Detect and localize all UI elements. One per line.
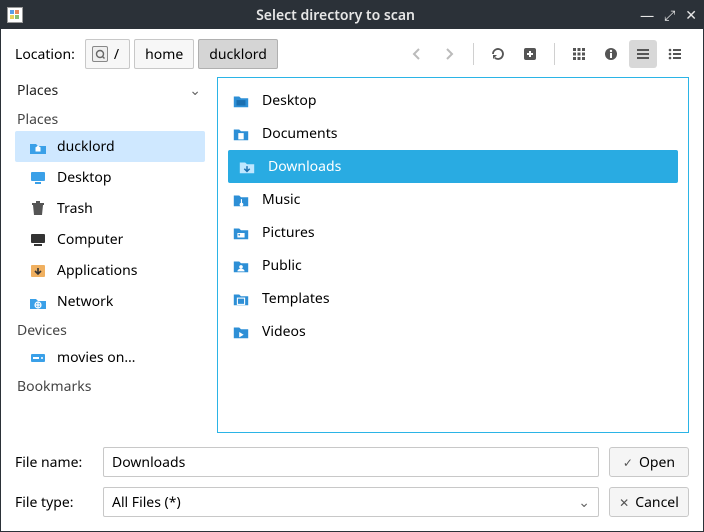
sidebar-item-home[interactable]: ducklord (15, 131, 205, 162)
separator (554, 43, 555, 65)
list-view-button[interactable] (629, 40, 657, 68)
detail-view-button[interactable] (661, 40, 689, 68)
sidebar-item-label: Trash (57, 199, 93, 218)
file-item-label: Desktop (262, 91, 316, 110)
reload-button[interactable] (484, 40, 512, 68)
file-item-label: Public (262, 256, 302, 275)
icon-view-button[interactable] (565, 40, 593, 68)
file-item-videos[interactable]: Videos (218, 315, 688, 348)
sidebar-item-trash[interactable]: Trash (15, 193, 205, 224)
file-item-templates[interactable]: Templates (218, 282, 688, 315)
file-item-downloads[interactable]: Downloads (228, 150, 678, 183)
close-button[interactable]: ✕ (685, 6, 697, 25)
file-item-label: Videos (262, 322, 306, 341)
sidebar-item-network[interactable]: Network (15, 286, 205, 317)
file-item-documents[interactable]: Documents (218, 117, 688, 150)
network-icon (29, 293, 47, 311)
folder-icon (238, 158, 256, 176)
sidebar-item-computer[interactable]: Computer (15, 224, 205, 255)
minimize-button[interactable]: — (640, 6, 654, 25)
sidebar-item-label: ducklord (57, 137, 115, 156)
sidebar-item-device[interactable]: movies on… (15, 342, 205, 373)
sidebar-group-bookmarks: Bookmarks (15, 373, 205, 398)
file-item-desktop[interactable]: Desktop (218, 84, 688, 117)
filename-input[interactable] (103, 447, 599, 477)
open-button[interactable]: ✓ Open (609, 447, 689, 477)
bottom-bar: File name: ✓ Open File type: All Files (*… (1, 441, 703, 531)
trash-icon (29, 200, 47, 218)
filetype-value: All Files (*) (112, 493, 578, 512)
disk-icon (92, 46, 108, 62)
apps-icon (29, 262, 47, 280)
path-root[interactable]: / (85, 39, 130, 69)
path-segment-home[interactable]: home (134, 39, 194, 69)
file-item-label: Pictures (262, 223, 315, 242)
sidebar-item-label: movies on… (57, 348, 135, 367)
check-icon: ✓ (623, 454, 633, 471)
sidebar-item-label: Computer (57, 230, 123, 249)
file-item-pictures[interactable]: Pictures (218, 216, 688, 249)
file-list[interactable]: Desktop Documents Downloads Music Pictur… (217, 77, 689, 433)
forward-button[interactable] (435, 40, 463, 68)
folder-icon (232, 323, 250, 341)
sidebar-item-label: Desktop (57, 168, 111, 187)
folder-icon (232, 257, 250, 275)
location-label: Location: (15, 45, 75, 64)
cancel-button[interactable]: ✕ Cancel (609, 487, 689, 517)
folder-icon (232, 290, 250, 308)
sidebar-header[interactable]: Places ⌄ (15, 77, 205, 106)
sidebar-item-label: Network (57, 292, 113, 311)
back-button[interactable] (403, 40, 431, 68)
chevron-down-icon: ⌄ (578, 493, 590, 512)
sidebar-group-devices: Devices (15, 317, 205, 342)
cancel-button-label: Cancel (635, 493, 679, 512)
dialog-window: Select directory to scan — ⤢ ✕ Location:… (0, 0, 704, 532)
folder-icon (232, 191, 250, 209)
home-folder-icon (29, 138, 47, 156)
open-button-label: Open (639, 453, 675, 472)
file-item-label: Documents (262, 124, 337, 143)
path-root-sep: / (114, 45, 119, 64)
folder-icon (232, 224, 250, 242)
chevron-down-icon: ⌄ (189, 81, 201, 100)
window-title: Select directory to scan (31, 6, 640, 25)
desktop-icon (29, 169, 47, 187)
drive-icon (29, 349, 47, 367)
sidebar-header-label: Places (17, 81, 189, 100)
folder-icon (232, 125, 250, 143)
new-folder-button[interactable] (516, 40, 544, 68)
info-button[interactable] (597, 40, 625, 68)
path-segment-current[interactable]: ducklord (198, 39, 278, 69)
file-item-public[interactable]: Public (218, 249, 688, 282)
file-item-label: Templates (262, 289, 330, 308)
sidebar-item-desktop[interactable]: Desktop (15, 162, 205, 193)
filename-label: File name: (15, 453, 93, 472)
sidebar-group-places: Places (15, 106, 205, 131)
separator (473, 43, 474, 65)
sidebar-item-applications[interactable]: Applications (15, 255, 205, 286)
filetype-select[interactable]: All Files (*) ⌄ (103, 487, 599, 517)
file-item-music[interactable]: Music (218, 183, 688, 216)
app-icon (7, 7, 23, 23)
file-item-label: Music (262, 190, 300, 209)
filetype-label: File type: (15, 493, 93, 512)
close-icon: ✕ (619, 494, 629, 511)
maximize-button[interactable]: ⤢ (664, 6, 675, 25)
toolbar: Location: / home ducklord (1, 29, 703, 77)
computer-icon (29, 231, 47, 249)
file-item-label: Downloads (268, 157, 341, 176)
sidebar: Places ⌄ Places ducklord Desktop Trash C… (15, 77, 205, 433)
titlebar: Select directory to scan — ⤢ ✕ (1, 1, 703, 29)
folder-icon (232, 92, 250, 110)
sidebar-item-label: Applications (57, 261, 137, 280)
